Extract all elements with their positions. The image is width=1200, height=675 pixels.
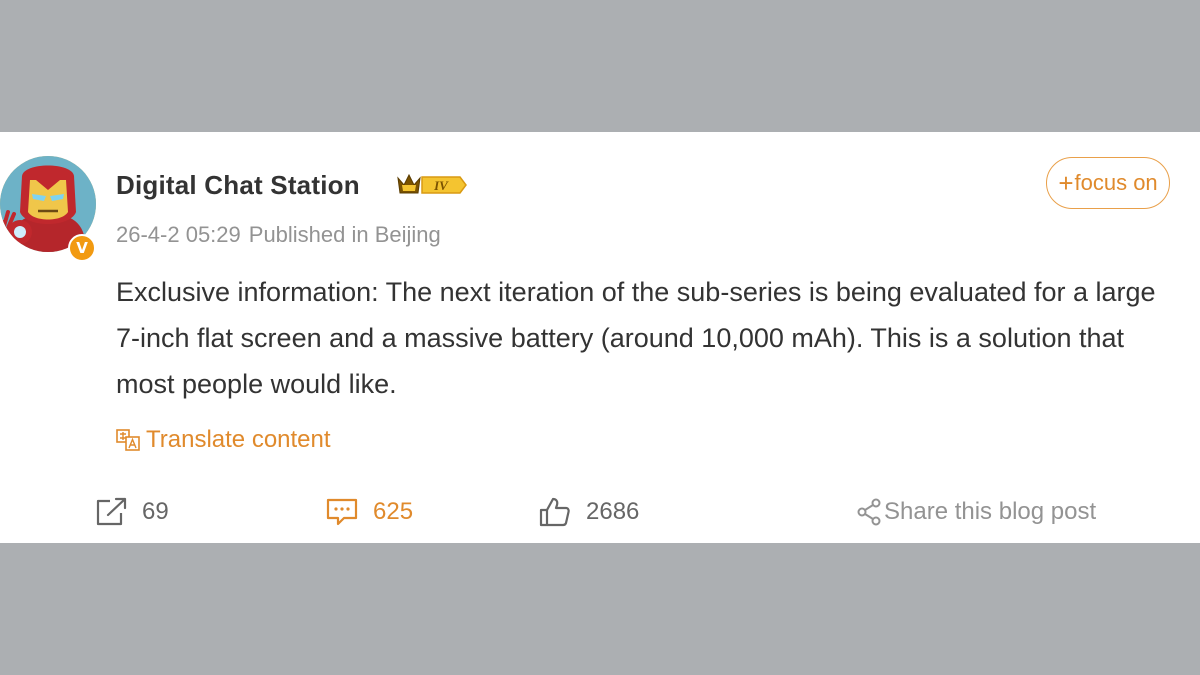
comment-count: 625 [373, 498, 414, 525]
timestamp[interactable]: 26-4-2 05:29 [116, 222, 241, 247]
like-button[interactable]: 2686 [538, 494, 639, 530]
repost-button[interactable]: 69 [94, 494, 169, 530]
crown-icon: IV [397, 173, 467, 194]
thumbs-up-icon [539, 497, 570, 527]
follow-button[interactable]: + focus on [1046, 157, 1170, 209]
share-icon [857, 498, 881, 526]
follow-label: focus on [1074, 170, 1158, 195]
comment-icon [326, 498, 358, 526]
translate-label: Translate content [146, 426, 331, 453]
translate-link[interactable]: Translate content [116, 426, 331, 454]
repost-count: 69 [142, 498, 169, 525]
verified-badge: V [68, 234, 96, 262]
translate-icon [116, 429, 140, 451]
repost-icon [96, 497, 127, 526]
share-button[interactable]: Share this blog post [856, 494, 1096, 530]
post-meta: 26-4-2 05:29 Published in Beijing [116, 222, 441, 248]
level-badge-text: IV [433, 178, 449, 193]
post-card: V Digital Chat Station IV 26-4-2 05:29 Pu… [0, 132, 1200, 543]
location: Published in Beijing [248, 222, 441, 247]
comment-button[interactable]: 625 [325, 494, 413, 530]
like-count: 2686 [586, 498, 640, 525]
username[interactable]: Digital Chat Station [116, 170, 360, 201]
post-content: Exclusive information: The next iteratio… [116, 277, 1156, 399]
plus-icon: + [1058, 168, 1074, 198]
share-label: Share this blog post [884, 498, 1097, 525]
